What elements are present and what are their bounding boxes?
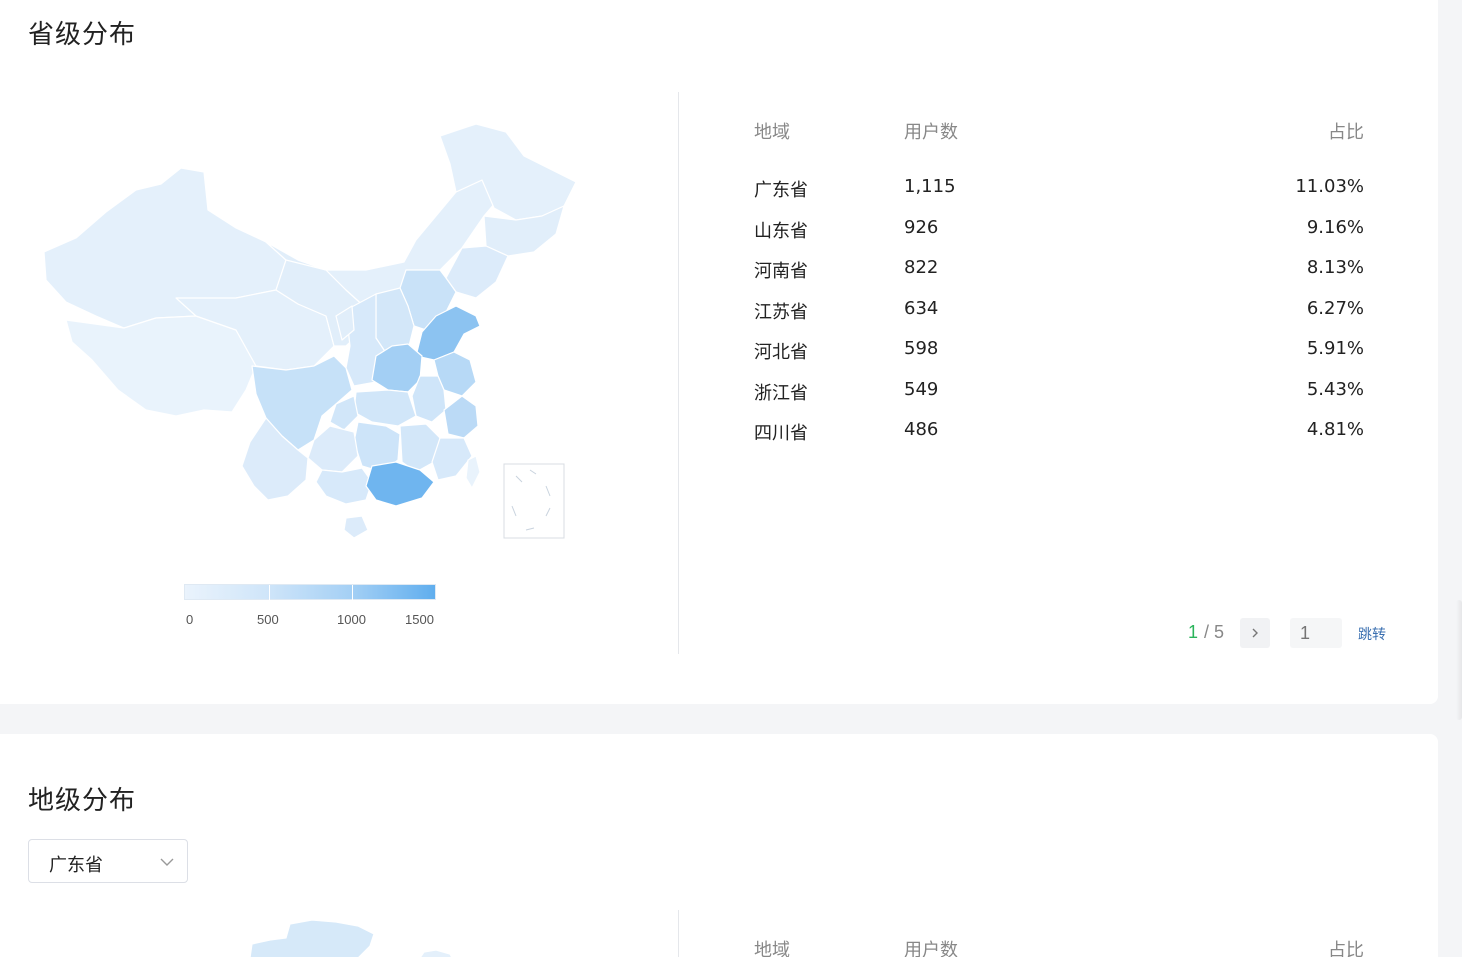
city-section-title: 地级分布 xyxy=(28,786,137,816)
province-table-header: 地域 用户数 占比 xyxy=(754,118,1364,143)
map-region-guangxi xyxy=(315,467,373,505)
cell-users: 634 xyxy=(904,297,939,319)
cell-users: 598 xyxy=(904,338,939,359)
cell-ratio: 6.27% xyxy=(1306,297,1364,319)
province-table-body: 广东省 1,115 11.03% 山东省 926 9.16% 河南省 822 8… xyxy=(754,176,1364,460)
south-china-sea-inset xyxy=(503,463,565,539)
cell-users: 926 xyxy=(904,216,939,238)
legend-label: 500 xyxy=(257,612,279,627)
section-divider xyxy=(678,910,679,957)
page-scrollbar-track[interactable] xyxy=(1438,0,1462,957)
legend-label: 1000 xyxy=(337,612,366,627)
cell-region: 浙江省 xyxy=(754,382,808,404)
cell-region: 四川省 xyxy=(754,423,808,444)
cell-ratio: 4.81% xyxy=(1306,419,1364,440)
table-row: 四川省 486 4.81% xyxy=(754,419,1364,460)
legend-label: 1500 xyxy=(405,612,434,627)
header-region: 地域 xyxy=(754,940,790,957)
province-select-value: 广东省 xyxy=(49,855,103,876)
cell-users: 486 xyxy=(904,419,939,440)
header-ratio: 占比 xyxy=(1328,122,1364,143)
cell-ratio: 9.16% xyxy=(1306,216,1364,238)
page-jump-input[interactable] xyxy=(1290,618,1342,648)
cell-ratio: 5.91% xyxy=(1306,338,1364,359)
cell-ratio: 8.13% xyxy=(1306,257,1364,278)
cell-region: 江苏省 xyxy=(754,301,808,323)
city-table-header: 地域 用户数 占比 xyxy=(754,936,1364,957)
cell-users: 549 xyxy=(904,378,939,400)
map-region-taiwan xyxy=(465,455,481,489)
province-section-title: 省级分布 xyxy=(28,20,137,50)
table-row: 河北省 598 5.91% xyxy=(754,338,1364,379)
map-region-anhui xyxy=(411,375,447,423)
cell-region: 广东省 xyxy=(754,180,808,201)
city-distribution-card xyxy=(0,734,1438,957)
map-region-hubei xyxy=(353,389,417,427)
table-row: 广东省 1,115 11.03% xyxy=(754,176,1364,217)
cell-region: 河南省 xyxy=(754,261,808,282)
map-region-hainan xyxy=(343,515,369,539)
section-divider xyxy=(678,92,679,654)
next-page-button[interactable] xyxy=(1240,618,1270,648)
cell-ratio: 11.03% xyxy=(1295,176,1364,197)
cell-ratio: 5.43% xyxy=(1306,378,1364,400)
table-row: 河南省 822 8.13% xyxy=(754,257,1364,298)
chevron-right-icon xyxy=(1252,628,1258,638)
cell-region: 山东省 xyxy=(754,220,808,242)
scrollbar-thumb[interactable] xyxy=(1456,600,1462,720)
guangdong-city-map xyxy=(249,919,453,957)
china-province-map xyxy=(43,123,577,539)
cell-users: 822 xyxy=(904,257,939,278)
chevron-down-icon xyxy=(160,858,174,866)
table-row: 浙江省 549 5.43% xyxy=(754,379,1364,420)
table-row: 江苏省 634 6.27% xyxy=(754,298,1364,339)
page-total: / 5 xyxy=(1204,622,1225,642)
cell-region: 河北省 xyxy=(754,342,808,363)
header-users: 用户数 xyxy=(904,122,958,143)
header-region: 地域 xyxy=(754,122,790,143)
map-region-zhejiang xyxy=(443,395,479,439)
header-users: 用户数 xyxy=(904,940,958,957)
table-row: 山东省 926 9.16% xyxy=(754,217,1364,258)
pagination: 1 / 5 跳转 xyxy=(1188,618,1408,648)
page-current: 1 xyxy=(1188,622,1199,642)
page-jump-button[interactable]: 跳转 xyxy=(1358,624,1386,644)
cell-users: 1,115 xyxy=(904,176,956,197)
legend-gradient-bar xyxy=(184,584,436,601)
legend-label: 0 xyxy=(186,612,194,627)
province-select[interactable]: 广东省 xyxy=(28,839,188,883)
map-region-guangdong xyxy=(365,461,435,507)
map-region-tibet xyxy=(65,315,257,417)
header-ratio: 占比 xyxy=(1328,940,1364,957)
map-legend: 0 500 1000 1500 xyxy=(184,584,436,632)
province-distribution-card: 省级分布 0 500 1000 1500 地域 用户数 占比 广东省 1,115… xyxy=(0,0,1438,704)
